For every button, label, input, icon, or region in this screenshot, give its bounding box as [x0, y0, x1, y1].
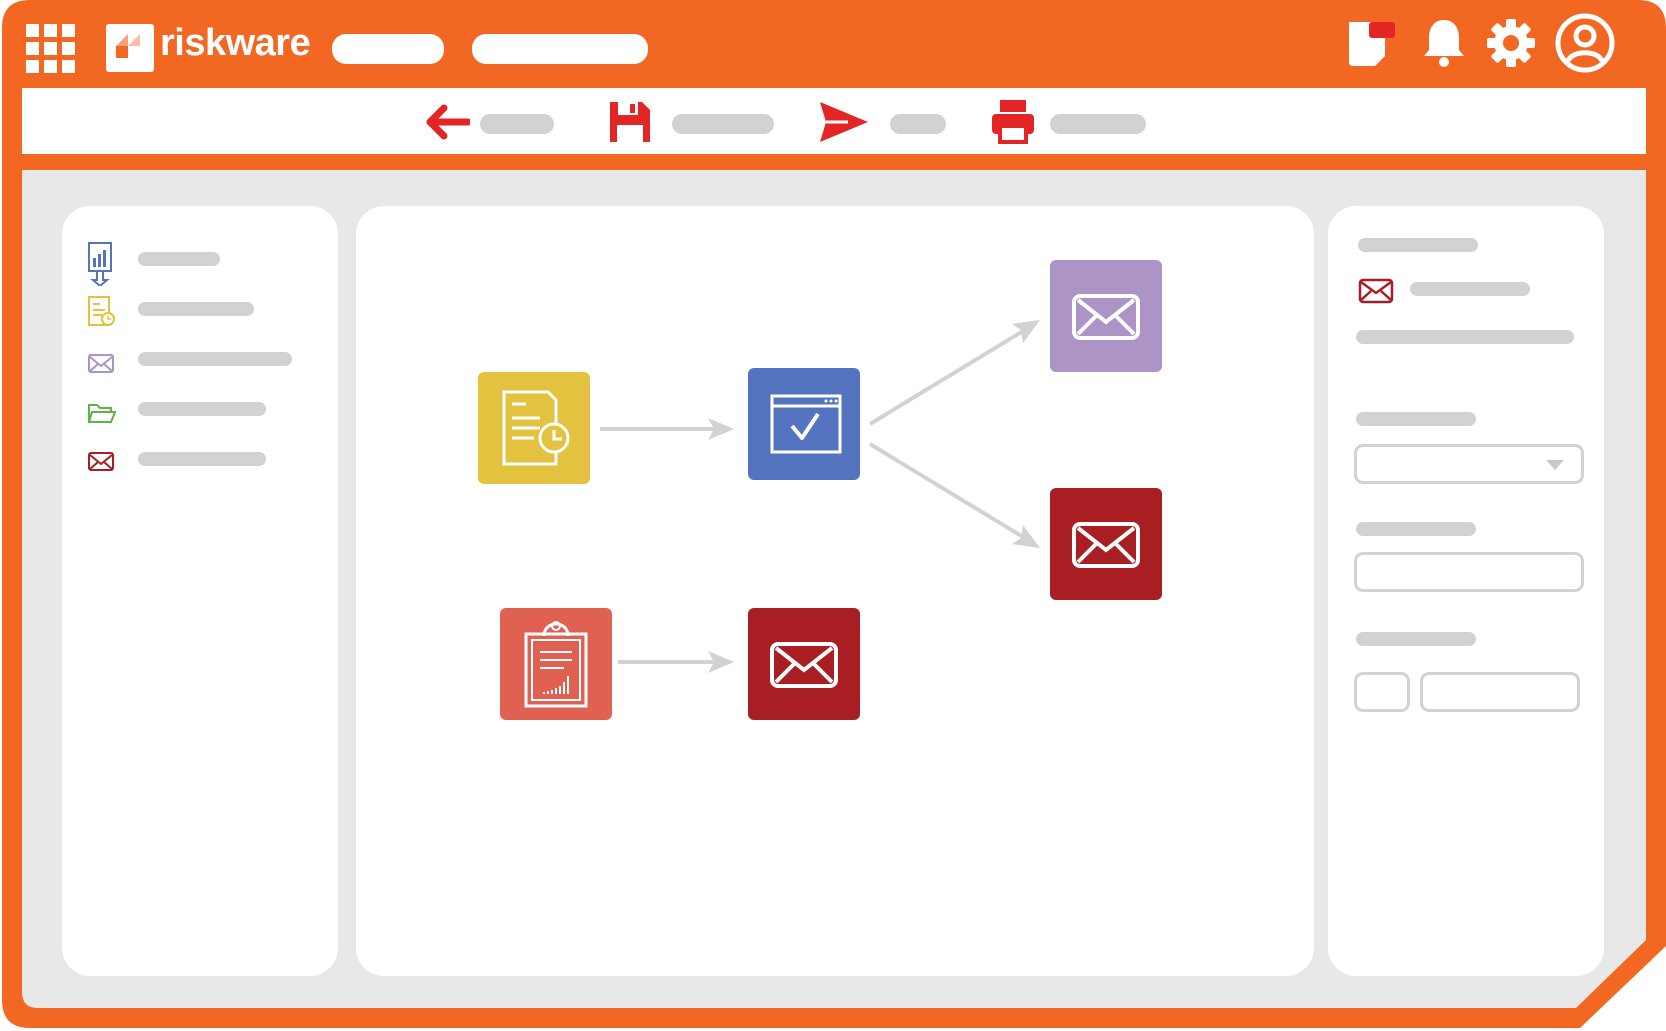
sidebar-item-label[interactable]: [138, 452, 266, 466]
header-nav-item-1[interactable]: [332, 34, 444, 64]
workflow-canvas: [356, 206, 1314, 976]
mail-red-icon[interactable]: [88, 452, 114, 472]
riskware-logo-mark: [106, 24, 154, 72]
back-label[interactable]: [480, 114, 554, 134]
send-label[interactable]: [890, 114, 946, 134]
toolbar: [22, 88, 1646, 154]
mail-icon: [1072, 294, 1140, 340]
clipboard-report-icon: [524, 621, 588, 708]
gear-icon[interactable]: [1486, 18, 1536, 68]
mail-icon: [1072, 522, 1140, 568]
report-download-icon[interactable]: [88, 242, 112, 288]
browser-check-icon: [770, 394, 842, 454]
properties-text-field[interactable]: [1354, 552, 1584, 592]
notes-icon[interactable]: [1345, 18, 1397, 70]
mail-icon: [770, 642, 838, 688]
print-icon[interactable]: [990, 98, 1036, 144]
sidebar-item-label[interactable]: [138, 352, 292, 366]
mail-red-icon: [1358, 278, 1394, 304]
send-icon[interactable]: [818, 100, 870, 144]
field-label: [1356, 522, 1476, 536]
properties-title: [1358, 238, 1478, 252]
properties-panel: [1328, 206, 1604, 976]
workflow-connectors: [600, 320, 1040, 673]
user-account-icon[interactable]: [1554, 12, 1616, 74]
save-label[interactable]: [672, 114, 774, 134]
workflow-node-approval[interactable]: [748, 368, 860, 480]
sidebar-item-label[interactable]: [138, 302, 254, 316]
apps-grid-icon[interactable]: [26, 24, 76, 74]
print-label[interactable]: [1050, 114, 1146, 134]
workflow-node-clipboard-report[interactable]: [500, 608, 612, 720]
workflow-node-scheduled-report[interactable]: [478, 372, 590, 484]
app-window: riskware: [2, 0, 1666, 1028]
field-label: [1356, 412, 1476, 426]
save-icon[interactable]: [608, 100, 652, 144]
properties-wide-field[interactable]: [1420, 672, 1580, 712]
app-name: riskware: [160, 22, 311, 64]
sidebar-panel: [62, 206, 338, 976]
sidebar-item-label[interactable]: [138, 402, 266, 416]
properties-node-name: [1410, 282, 1530, 296]
sidebar-item-label[interactable]: [138, 252, 220, 266]
properties-small-field[interactable]: [1354, 672, 1410, 712]
bell-icon[interactable]: [1422, 18, 1466, 68]
workflow-node-email-purple[interactable]: [1050, 260, 1162, 372]
scheduled-document-icon: [502, 390, 570, 466]
field-label: [1356, 632, 1476, 646]
properties-description: [1356, 330, 1574, 344]
back-arrow-icon[interactable]: [424, 104, 472, 140]
workflow-node-email-red-2[interactable]: [748, 608, 860, 720]
chevron-down-icon: [1546, 460, 1564, 470]
workflow-node-email-red[interactable]: [1050, 488, 1162, 600]
folder-open-icon[interactable]: [87, 402, 117, 424]
scheduled-document-icon[interactable]: [88, 296, 116, 328]
header-nav-item-2[interactable]: [472, 34, 648, 64]
mail-purple-icon[interactable]: [88, 354, 114, 374]
properties-dropdown[interactable]: [1354, 444, 1584, 484]
